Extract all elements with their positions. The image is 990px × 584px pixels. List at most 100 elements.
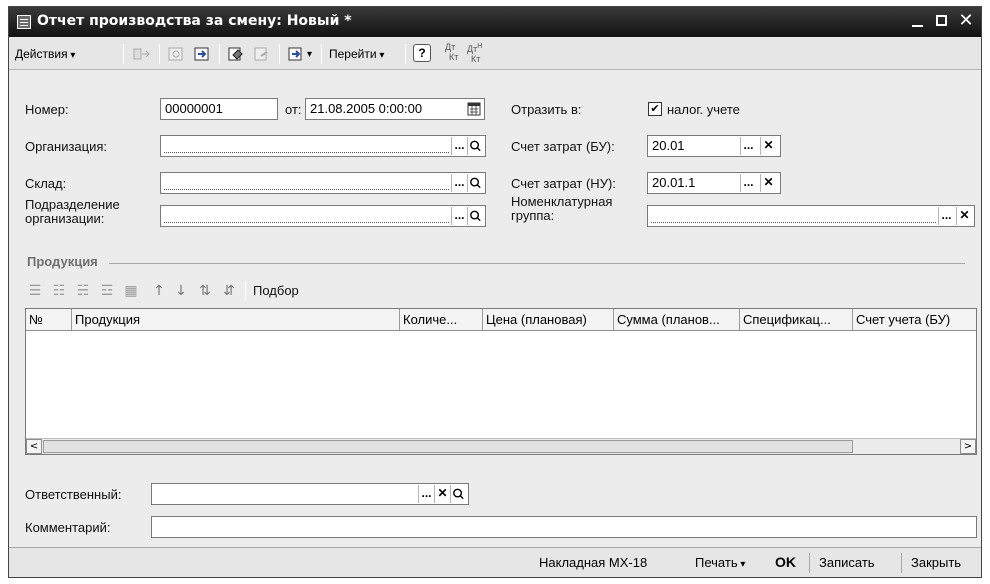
add-row-icon[interactable]: ☰ xyxy=(27,283,43,299)
column-header-planned-sum[interactable]: Сумма (планов... xyxy=(614,309,740,330)
calendar-icon[interactable] xyxy=(466,100,482,118)
scrollbar-thumb[interactable] xyxy=(43,440,853,453)
products-section-title: Продукция xyxy=(27,254,98,269)
search-icon[interactable] xyxy=(467,137,483,155)
window-title: Отчет производства за смену: Новый * xyxy=(37,13,352,29)
close-button[interactable]: Закрыть xyxy=(911,555,961,570)
toolbar-separator xyxy=(405,44,406,64)
toolbar-separator xyxy=(279,44,280,64)
bar-separator xyxy=(901,553,902,573)
horizontal-scrollbar[interactable]: < > xyxy=(26,438,976,454)
actions-menu[interactable]: Действия xyxy=(15,45,75,63)
toolbar-separator xyxy=(245,281,246,301)
warehouse-field[interactable]: ... xyxy=(160,172,486,194)
toolbar-separator xyxy=(123,44,124,64)
post-doc-icon[interactable] xyxy=(227,46,245,62)
chevron-down-icon[interactable]: ▾ xyxy=(307,46,312,64)
print-menu-button[interactable]: Печать xyxy=(695,555,745,570)
division-label: Подразделение организации: xyxy=(25,197,120,226)
clear-icon[interactable]: ✕ xyxy=(434,485,450,503)
table-header: № Продукция Количе... Цена (плановая) Су… xyxy=(26,309,976,331)
column-header-specification[interactable]: Спецификац... xyxy=(740,309,853,330)
scroll-left-icon[interactable]: < xyxy=(26,439,42,454)
select-button[interactable]: ... xyxy=(451,174,467,192)
tax-accounting-checkbox[interactable]: ✔ xyxy=(648,102,662,116)
column-header-product[interactable]: Продукция xyxy=(72,309,400,330)
main-toolbar: Действия ▾ Перейти ? ДтКт ДтНКт xyxy=(9,38,981,70)
products-toolbar: ☰ ☷ ☵ ☲ ▦ ↑ ↓ ⇅ ⇵ Подбор xyxy=(21,279,521,303)
number-label: Номер: xyxy=(25,102,69,117)
responsible-field[interactable]: ... ✕ xyxy=(151,483,469,505)
ok-button[interactable]: OK xyxy=(775,554,796,570)
delete-row-icon[interactable]: ☲ xyxy=(99,283,115,299)
dt-kt-icon[interactable]: Дт Кт xyxy=(445,42,458,62)
document-form-icon xyxy=(17,15,31,29)
responsible-label: Ответственный: xyxy=(25,487,122,502)
column-header-quantity[interactable]: Количе... xyxy=(400,309,483,330)
search-icon[interactable] xyxy=(467,207,483,225)
select-button[interactable]: ... xyxy=(451,137,467,155)
column-header-account-bu[interactable]: Счет учета (БУ) xyxy=(853,309,976,330)
nomenclature-group-label: Номенклатурная группа: xyxy=(511,194,613,223)
minimize-icon[interactable] xyxy=(907,10,929,32)
select-button[interactable]: ... xyxy=(451,207,467,225)
organization-label: Организация: xyxy=(25,139,108,154)
cost-account-bu-field[interactable]: 20.01 ... ✕ xyxy=(647,135,781,157)
selection-button[interactable]: Подбор xyxy=(253,283,299,298)
nomenclature-group-field[interactable]: ... ✕ xyxy=(647,205,975,227)
move-down-icon[interactable]: ↓ xyxy=(173,283,189,299)
goto-menu[interactable]: Перейти xyxy=(329,45,384,63)
select-button[interactable]: ... xyxy=(938,207,954,225)
fill-icon[interactable]: ▦ xyxy=(123,283,139,299)
column-header-number[interactable]: № xyxy=(26,309,72,330)
close-icon[interactable]: ✕ xyxy=(955,10,977,32)
maximize-icon[interactable] xyxy=(931,10,953,32)
cost-account-bu-label: Счет затрат (БУ): xyxy=(511,139,615,154)
number-field[interactable]: 00000001 xyxy=(160,98,278,120)
based-on-icon[interactable] xyxy=(287,46,305,62)
organization-field[interactable]: ... xyxy=(160,135,486,157)
reflect-label: Отразить в: xyxy=(511,102,582,117)
help-icon[interactable]: ? xyxy=(413,44,431,62)
unpost-doc-icon[interactable] xyxy=(253,46,271,62)
title-bar[interactable]: Отчет производства за смену: Новый * ✕ xyxy=(9,7,981,37)
save-button[interactable]: Записать xyxy=(819,555,875,570)
comment-field[interactable] xyxy=(151,516,977,538)
clear-icon[interactable]: ✕ xyxy=(956,207,972,225)
sort-descending-icon[interactable]: ⇵ xyxy=(221,283,237,299)
toolbar-separator xyxy=(219,44,220,64)
products-table[interactable]: № Продукция Количе... Цена (плановая) Су… xyxy=(25,308,977,455)
copy-doc-icon[interactable] xyxy=(133,46,151,62)
date-from-label: от: xyxy=(285,102,302,117)
move-doc-icon[interactable] xyxy=(193,46,211,62)
search-icon[interactable] xyxy=(450,485,466,503)
comment-label: Комментарий: xyxy=(25,520,111,535)
bottom-button-bar: Накладная МХ-18 Печать OK Записать Закры… xyxy=(9,547,981,577)
warehouse-label: Склад: xyxy=(25,176,67,191)
move-up-icon[interactable]: ↑ xyxy=(151,283,167,299)
bar-separator xyxy=(809,553,810,573)
clear-icon[interactable]: ✕ xyxy=(760,174,776,192)
toolbar-separator xyxy=(321,44,322,64)
search-icon[interactable] xyxy=(467,174,483,192)
edit-row-icon[interactable]: ☵ xyxy=(75,283,91,299)
section-divider xyxy=(109,263,965,264)
document-window: Отчет производства за смену: Новый * ✕ Д… xyxy=(8,6,982,578)
toolbar-separator xyxy=(159,44,160,64)
tax-accounting-label: налог. учете xyxy=(667,102,740,117)
select-button[interactable]: ... xyxy=(740,174,756,192)
column-header-planned-price[interactable]: Цена (плановая) xyxy=(483,309,614,330)
sort-ascending-icon[interactable]: ⇅ xyxy=(197,283,213,299)
clear-icon[interactable]: ✕ xyxy=(760,137,776,155)
division-field[interactable]: ... xyxy=(160,205,486,227)
cost-account-nu-field[interactable]: 20.01.1 ... ✕ xyxy=(647,172,781,194)
select-button[interactable]: ... xyxy=(740,137,756,155)
date-field[interactable]: 21.08.2005 0:00:00 xyxy=(305,98,485,120)
cost-account-nu-label: Счет затрат (НУ): xyxy=(511,176,616,191)
select-button[interactable]: ... xyxy=(418,485,434,503)
dt-kt-tax-icon[interactable]: ДтН Кт xyxy=(467,42,482,64)
scroll-right-icon[interactable]: > xyxy=(960,439,976,454)
refresh-icon[interactable] xyxy=(167,46,185,62)
copy-row-icon[interactable]: ☷ xyxy=(51,283,67,299)
invoice-mx18-button[interactable]: Накладная МХ-18 xyxy=(539,555,647,570)
